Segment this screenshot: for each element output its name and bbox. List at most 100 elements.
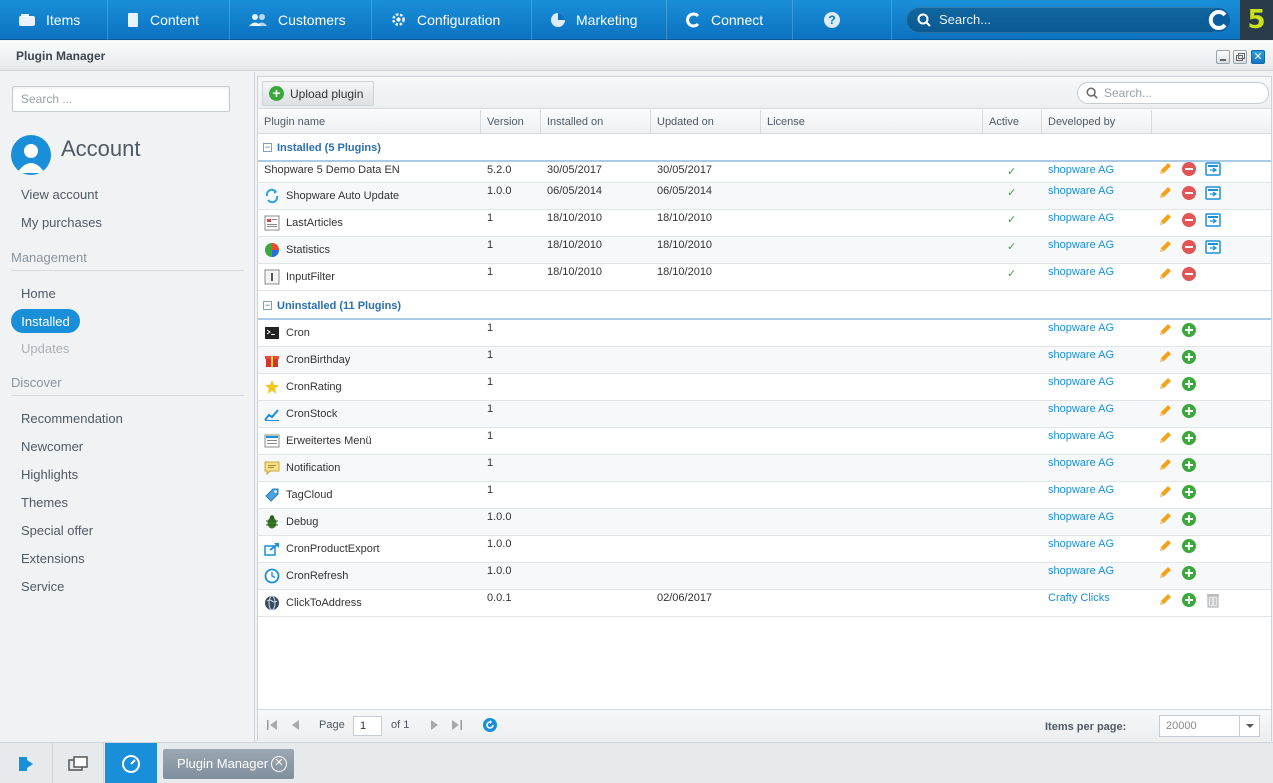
table-row[interactable]: InputFilter 1 18/10/2010 18/10/2010 ✓ shopwar… bbox=[258, 264, 1271, 291]
table-row[interactable]: TagCloud 1 shopware AG bbox=[258, 482, 1271, 509]
table-row[interactable]: LastArticles 1 18/10/2010 18/10/2010 ✓ shopwa… bbox=[258, 210, 1271, 237]
maximize-button[interactable] bbox=[1233, 50, 1247, 64]
developer-link[interactable]: shopware AG bbox=[1048, 212, 1114, 224]
nav-items[interactable]: Items bbox=[0, 0, 108, 40]
update-icon[interactable] bbox=[1205, 185, 1221, 201]
install-icon[interactable] bbox=[1181, 403, 1197, 419]
items-per-page-select[interactable]: 20000 bbox=[1159, 715, 1260, 737]
install-icon[interactable] bbox=[1181, 484, 1197, 500]
close-window-button[interactable]: ✕ bbox=[1251, 50, 1265, 64]
uninstall-icon[interactable] bbox=[1181, 185, 1197, 201]
install-icon[interactable] bbox=[1181, 565, 1197, 581]
active-check-icon[interactable]: ✓ bbox=[1007, 213, 1016, 226]
developer-link[interactable]: shopware AG bbox=[1048, 403, 1114, 415]
sidebar-item-my-purchases[interactable]: My purchases bbox=[21, 215, 102, 230]
edit-pencil-icon[interactable] bbox=[1157, 430, 1173, 446]
table-row[interactable]: CronRating 1 shopware AG bbox=[258, 374, 1271, 401]
developer-link[interactable]: shopware AG bbox=[1048, 457, 1114, 469]
edit-pencil-icon[interactable] bbox=[1157, 511, 1173, 527]
table-row[interactable]: CronStock 1 shopware AG bbox=[258, 401, 1271, 428]
active-check-icon[interactable]: ✓ bbox=[1007, 186, 1016, 199]
dashboard-button[interactable] bbox=[105, 743, 157, 783]
edit-pencil-icon[interactable] bbox=[1157, 212, 1173, 228]
column-version[interactable]: Version bbox=[481, 110, 541, 134]
developer-link[interactable]: shopware AG bbox=[1048, 349, 1114, 361]
uninstall-icon[interactable] bbox=[1181, 266, 1197, 282]
upload-plugin-button[interactable]: + Upload plugin bbox=[262, 81, 375, 106]
minimize-button[interactable] bbox=[1216, 50, 1230, 64]
global-search[interactable] bbox=[906, 6, 1224, 33]
developer-link[interactable]: shopware AG bbox=[1048, 322, 1114, 334]
table-row[interactable]: Cron 1 shopware AG bbox=[258, 320, 1271, 347]
sidebar-item-updates[interactable]: Updates bbox=[21, 341, 69, 356]
developer-link[interactable]: shopware AG bbox=[1048, 164, 1114, 176]
uninstall-icon[interactable] bbox=[1181, 239, 1197, 255]
table-row[interactable]: CronBirthday 1 shopware AG bbox=[258, 347, 1271, 374]
help-button[interactable]: ? bbox=[793, 0, 892, 40]
developer-link[interactable]: shopware AG bbox=[1048, 484, 1114, 496]
table-row[interactable]: Erweitertes Menü 1 shopware AG bbox=[258, 428, 1271, 455]
install-icon[interactable] bbox=[1181, 457, 1197, 473]
nav-connect[interactable]: Connect bbox=[667, 0, 793, 40]
column-active[interactable]: Active bbox=[983, 110, 1042, 134]
edit-pencil-icon[interactable] bbox=[1157, 376, 1173, 392]
edit-pencil-icon[interactable] bbox=[1157, 266, 1173, 282]
edit-pencil-icon[interactable] bbox=[1157, 349, 1173, 365]
taskbar-item-plugin-manager[interactable]: Plugin Manager ✕ bbox=[163, 749, 294, 779]
developer-link[interactable]: shopware AG bbox=[1048, 376, 1114, 388]
developer-link[interactable]: shopware AG bbox=[1048, 266, 1114, 278]
update-icon[interactable] bbox=[1205, 239, 1221, 255]
sidebar-item-special-offer[interactable]: Special offer bbox=[21, 523, 93, 538]
group-installed[interactable]: − Installed (5 Plugins) bbox=[258, 135, 1271, 162]
sidebar-item-themes[interactable]: Themes bbox=[21, 495, 68, 510]
developer-link[interactable]: shopware AG bbox=[1048, 511, 1114, 523]
grid-search-input[interactable] bbox=[1104, 86, 1254, 100]
column-license[interactable]: License bbox=[761, 110, 983, 134]
column-plugin-name[interactable]: Plugin name bbox=[258, 110, 481, 134]
active-check-icon[interactable]: ✓ bbox=[1007, 240, 1016, 253]
table-row[interactable]: Debug 1.0.0 shopware AG bbox=[258, 509, 1271, 536]
edit-pencil-icon[interactable] bbox=[1157, 538, 1173, 554]
sidebar-item-service[interactable]: Service bbox=[21, 579, 64, 594]
update-icon[interactable] bbox=[1205, 212, 1221, 228]
nav-configuration[interactable]: Configuration bbox=[372, 0, 532, 40]
sidebar-search-input[interactable] bbox=[13, 87, 229, 111]
trash-icon[interactable] bbox=[1205, 592, 1221, 608]
page-input[interactable]: 1 bbox=[353, 716, 382, 736]
group-uninstalled[interactable]: − Uninstalled (11 Plugins) bbox=[258, 293, 1271, 320]
sidebar-item-installed[interactable]: Installed bbox=[11, 309, 80, 333]
developer-link[interactable]: Crafty Clicks bbox=[1048, 592, 1110, 604]
next-page-icon[interactable] bbox=[428, 719, 440, 731]
table-row[interactable]: Statistics 1 18/10/2010 18/10/2010 ✓ shopware… bbox=[258, 237, 1271, 264]
table-row[interactable]: CronProductExport 1.0.0 shopware AG bbox=[258, 536, 1271, 563]
global-search-input[interactable] bbox=[939, 12, 1209, 27]
sidebar-item-home[interactable]: Home bbox=[21, 286, 56, 301]
developer-link[interactable]: shopware AG bbox=[1048, 185, 1114, 197]
install-icon[interactable] bbox=[1181, 430, 1197, 446]
install-icon[interactable] bbox=[1181, 511, 1197, 527]
sidebar-item-newcomer[interactable]: Newcomer bbox=[21, 439, 83, 454]
logout-button[interactable] bbox=[0, 743, 52, 783]
grid-search[interactable] bbox=[1077, 82, 1269, 104]
install-icon[interactable] bbox=[1181, 538, 1197, 554]
table-row[interactable]: ClickToAddress 0.0.1 02/06/2017 Crafty Clic… bbox=[258, 590, 1271, 617]
previous-page-icon[interactable] bbox=[290, 719, 302, 731]
table-row[interactable]: Notification 1 shopware AG bbox=[258, 455, 1271, 482]
active-check-icon[interactable]: ✓ bbox=[1007, 267, 1016, 280]
edit-pencil-icon[interactable] bbox=[1157, 239, 1173, 255]
install-icon[interactable] bbox=[1181, 349, 1197, 365]
sidebar-item-view-account[interactable]: View account bbox=[21, 187, 98, 202]
edit-pencil-icon[interactable] bbox=[1157, 457, 1173, 473]
edit-pencil-icon[interactable] bbox=[1157, 161, 1173, 177]
edit-pencil-icon[interactable] bbox=[1157, 565, 1173, 581]
refresh-icon[interactable] bbox=[482, 717, 498, 733]
table-row[interactable]: Shopware Auto Update 1.0.0 06/05/2014 06/05… bbox=[258, 183, 1271, 210]
edit-pencil-icon[interactable] bbox=[1157, 592, 1173, 608]
developer-link[interactable]: shopware AG bbox=[1048, 430, 1114, 442]
uninstall-icon[interactable] bbox=[1181, 212, 1197, 228]
close-icon[interactable]: ✕ bbox=[271, 756, 287, 772]
edit-pencil-icon[interactable] bbox=[1157, 185, 1173, 201]
edit-pencil-icon[interactable] bbox=[1157, 484, 1173, 500]
column-developed-by[interactable]: Developed by bbox=[1042, 110, 1152, 134]
column-updated-on[interactable]: Updated on bbox=[651, 110, 761, 134]
